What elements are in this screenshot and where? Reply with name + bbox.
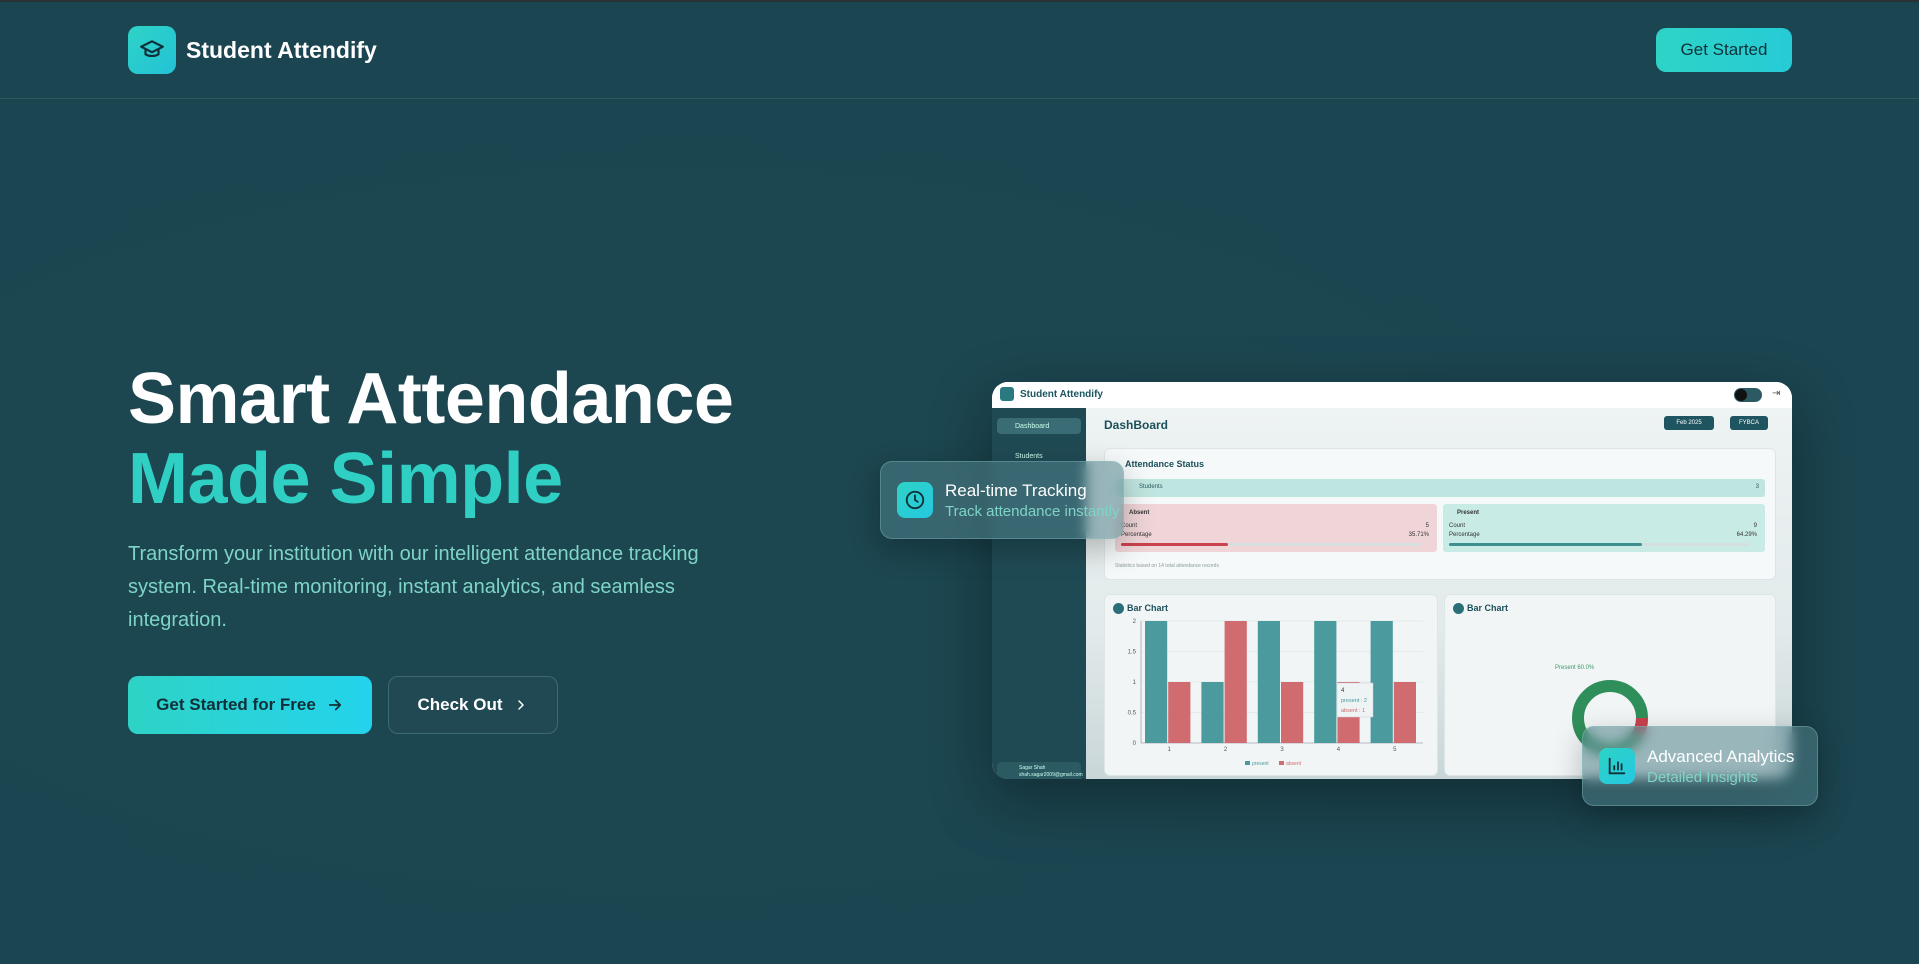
chart-icon: [1453, 603, 1464, 614]
clock-icon: [897, 482, 933, 518]
theme-toggle: [1734, 388, 1762, 402]
present-count: 9: [1753, 523, 1757, 529]
statistics-note: Statistics based on 14 total attendance …: [1115, 563, 1219, 569]
preview-page-title: DashBoard: [1104, 418, 1169, 432]
total-students-value: 3: [1755, 484, 1759, 490]
x-tick-label: 1: [1168, 747, 1172, 753]
x-tick-label: 3: [1280, 747, 1284, 753]
brand-name: Student Attendify: [186, 36, 377, 63]
hero-title-line1: Smart Attendance: [128, 359, 734, 439]
get-started-free-button[interactable]: Get Started for Free: [128, 676, 372, 734]
bar-present: [1314, 621, 1337, 743]
bar-present: [1145, 621, 1168, 743]
present-pct: 64.29%: [1736, 532, 1757, 538]
preview-class-chip: FYBCA: [1730, 416, 1768, 430]
tooltip-absent: absent : 1: [1341, 708, 1365, 714]
absent-title: Absent: [1129, 510, 1150, 516]
dashboard-preview: Student Attendify ⇥ Dashboard Students S…: [992, 382, 1792, 779]
absent-box: Absent Count 5 Percentage 35.71%: [1115, 504, 1437, 552]
bar-absent: [1393, 682, 1416, 743]
bar-present: [1257, 621, 1280, 743]
legend-swatch: [1279, 761, 1284, 765]
bar-chart-title: Bar Chart: [1127, 603, 1169, 613]
x-tick-label: 5: [1393, 747, 1397, 753]
bar-chart-svg: 00.511.521 2 3 4 54present : 2absent : 1pres…: [1128, 619, 1423, 767]
preview-month-chip: Feb 2025: [1664, 416, 1714, 430]
bar-absent: [1224, 621, 1247, 743]
x-tick-label: 2: [1224, 747, 1228, 753]
absent-progress-fill: [1121, 543, 1229, 546]
total-students-label: Students: [1139, 484, 1163, 490]
get-started-button[interactable]: Get Started: [1656, 28, 1792, 72]
preview-main: DashBoard Feb 2025 FYBCA Attendance Stat…: [1086, 408, 1792, 779]
x-tick-label: 4: [1337, 747, 1341, 753]
check-out-button[interactable]: Check Out: [388, 676, 558, 734]
present-title: Present: [1457, 510, 1480, 516]
graduation-cap-icon: [128, 26, 176, 74]
present-box: Present Count 9 Percentage 64.29%: [1443, 504, 1765, 552]
bar-absent: [1168, 682, 1191, 743]
tooltip-present: present : 2: [1341, 698, 1367, 704]
absent-progress-track: [1121, 543, 1421, 546]
preview-sidebar-dashboard: Dashboard: [997, 418, 1081, 434]
absent-pct-label: Percentage: [1121, 532, 1152, 538]
navbar: Student Attendify Get Started: [0, 2, 1919, 99]
advanced-analytics-subtitle: Detailed Insights: [1647, 769, 1758, 786]
realtime-tracking-card: Real-time Tracking Track attendance inst…: [880, 461, 1124, 539]
chevron-right-icon: [517, 700, 524, 710]
preview-logo-icon: [1000, 387, 1014, 401]
present-progress-track: [1449, 543, 1749, 546]
donut-chart-title: Bar Chart: [1467, 603, 1509, 613]
hero-description: Transform your institution with our inte…: [128, 543, 699, 631]
preview-brand-name: Student Attendify: [1020, 388, 1103, 400]
bar-absent: [1281, 682, 1304, 743]
absent-pct: 35.71%: [1408, 532, 1429, 538]
advanced-analytics-card: Advanced Analytics Detailed Insights: [1582, 726, 1818, 806]
check-out-label: Check Out: [417, 695, 503, 714]
bar-present: [1370, 621, 1393, 743]
legend-label: absent: [1286, 761, 1302, 767]
present-progress-fill: [1449, 543, 1642, 546]
attendance-status-card: Attendance Status Students 3 Absent Coun…: [1104, 448, 1776, 580]
arrow-right-icon: [328, 699, 341, 711]
preview-user: Sagar Shah shah.sagar2009@gmail.com: [997, 762, 1083, 779]
y-tick-label: 2: [1133, 619, 1137, 625]
y-tick-label: 1: [1133, 680, 1137, 686]
bar-present: [1201, 682, 1224, 743]
get-started-free-label: Get Started for Free: [156, 695, 316, 714]
preview-user-email: shah.sagar2009@gmail.com: [1019, 772, 1083, 778]
brand-logo[interactable]: Student Attendify: [128, 26, 377, 74]
legend-label: present: [1252, 761, 1269, 767]
logout-icon: ⇥: [1772, 388, 1781, 399]
preview-brand: Student Attendify: [1000, 387, 1103, 401]
present-count-label: Count: [1449, 523, 1466, 529]
legend-swatch: [1245, 761, 1250, 765]
advanced-analytics-title: Advanced Analytics: [1647, 747, 1795, 766]
bar-chart-card: Bar Chart 0 0.5 1 1.5 2 1 2 3 4 5 4 present : 2 abse…: [1104, 594, 1438, 776]
y-tick-label: 0: [1133, 741, 1137, 747]
absent-count: 5: [1425, 523, 1429, 529]
y-tick-label: 1.5: [1128, 650, 1137, 656]
bar-chart-icon: [1599, 748, 1635, 784]
y-tick-label: 0.5: [1128, 711, 1137, 717]
realtime-tracking-subtitle: Track attendance instantly: [945, 503, 1120, 520]
preview-user-name: Sagar Shah: [1019, 765, 1046, 771]
total-students-row: Students 3: [1115, 479, 1765, 497]
hero-title-line2: Made Simple: [128, 439, 563, 519]
donut-label: Present 60.0%: [1555, 665, 1595, 671]
preview-header: Student Attendify ⇥: [992, 382, 1792, 409]
attendance-status-title: Attendance Status: [1125, 459, 1205, 469]
realtime-tracking-title: Real-time Tracking: [945, 481, 1087, 500]
present-pct-label: Percentage: [1449, 532, 1480, 538]
